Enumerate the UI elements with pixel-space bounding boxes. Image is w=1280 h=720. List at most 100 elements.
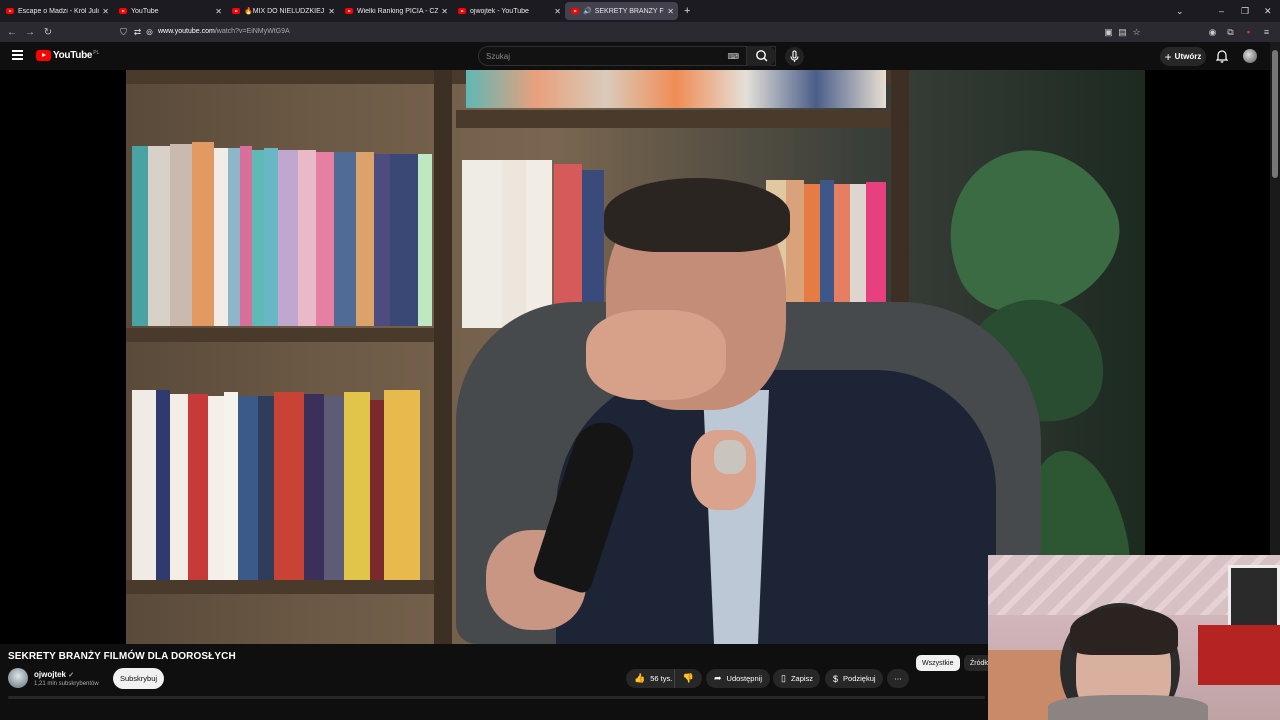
shelf-divider	[434, 70, 452, 644]
share-button[interactable]: ➦ Udostępnij	[706, 669, 770, 688]
webcam-overlay	[988, 555, 1280, 720]
book	[240, 146, 252, 326]
book	[418, 154, 432, 326]
notifications-bell-icon[interactable]	[1216, 49, 1228, 63]
book	[214, 148, 228, 326]
speaker-icon[interactable]: 🔊	[583, 7, 592, 15]
filter-chip-all[interactable]: Wszystkie	[916, 655, 960, 671]
search-input[interactable]: Szukaj ⌨	[478, 46, 776, 66]
book	[258, 396, 274, 580]
browser-tab[interactable]: YouTube ✕	[113, 2, 226, 20]
book	[356, 152, 374, 326]
book	[188, 394, 208, 580]
browser-tab[interactable]: ojwojtek - YouTube ✕	[452, 2, 565, 20]
youtube-favicon-icon	[571, 8, 579, 14]
share-icon: ➦	[714, 673, 722, 683]
browser-tab-active[interactable]: 🔊 SEKRETY BRANŻY FILMÓW ✕	[565, 2, 678, 20]
close-tab-icon[interactable]: ✕	[441, 7, 448, 16]
shield-icon[interactable]: ⛉	[118, 27, 129, 38]
dislike-button[interactable]: 👎	[674, 669, 702, 688]
site-info-icon[interactable]: ⊚	[144, 27, 155, 38]
book	[334, 152, 356, 326]
book	[228, 148, 240, 326]
streamer-shirt	[1048, 695, 1208, 720]
book	[264, 148, 278, 326]
like-button[interactable]: 👍 56 tys.	[626, 669, 674, 688]
youtube-favicon-icon	[6, 8, 14, 14]
save-icon: ▯	[781, 673, 786, 683]
browser-tab[interactable]: 🔥MIX DO NIELUDZKIEJ PRACY ✕	[226, 2, 339, 20]
book	[304, 394, 324, 580]
close-tab-icon[interactable]: ✕	[328, 7, 335, 16]
book	[278, 150, 298, 326]
youtube-favicon-icon	[345, 8, 353, 14]
bookmark-star-icon[interactable]: ☆	[1131, 27, 1142, 38]
extensions-icon[interactable]: ⧉	[1225, 27, 1236, 38]
channel-name[interactable]: ojwojtek ✓	[34, 670, 74, 679]
menu-icon[interactable]: ≡	[1261, 27, 1272, 38]
book	[820, 180, 834, 320]
list-tabs-icon[interactable]: ⌄	[1176, 0, 1184, 22]
extension-badge-icon[interactable]: ▪	[1243, 27, 1254, 38]
more-actions-button[interactable]: ⋯	[887, 669, 909, 688]
book	[462, 160, 502, 328]
search-button[interactable]	[746, 46, 776, 66]
keyboard-icon[interactable]: ⌨	[727, 52, 739, 61]
thanks-button[interactable]: $ Podziękuj	[825, 669, 883, 688]
close-tab-icon[interactable]: ✕	[667, 7, 674, 16]
forward-icon[interactable]: →	[21, 27, 39, 38]
channel-avatar[interactable]	[8, 668, 28, 688]
book	[804, 184, 820, 320]
account-icon[interactable]: ◉	[1207, 27, 1218, 38]
book	[374, 154, 390, 326]
create-button[interactable]: + Utwórz	[1160, 47, 1206, 66]
account-avatar[interactable]	[1243, 49, 1257, 63]
restore-icon[interactable]: ❐	[1241, 0, 1249, 22]
book-row	[466, 70, 886, 108]
youtube-favicon-icon	[232, 8, 240, 14]
close-tab-icon[interactable]: ✕	[102, 7, 109, 16]
book	[170, 394, 188, 580]
close-window-icon[interactable]: ✕	[1264, 0, 1272, 22]
youtube-logo[interactable]: YouTube PL	[36, 50, 99, 61]
book	[238, 396, 258, 580]
book	[252, 150, 264, 326]
close-tab-icon[interactable]: ✕	[215, 7, 222, 16]
person-hand	[586, 310, 726, 400]
search-icon	[756, 50, 768, 62]
shelf-board	[126, 580, 446, 594]
reload-icon[interactable]: ↻	[39, 27, 57, 38]
voice-search-button[interactable]	[785, 47, 804, 66]
new-tab-icon[interactable]: +	[684, 5, 690, 17]
subscribe-button[interactable]: Subskrybuj	[113, 668, 164, 689]
thanks-icon: $	[833, 673, 839, 684]
wristwatch	[714, 440, 746, 474]
shelf-board	[126, 328, 446, 342]
plus-icon: +	[1164, 49, 1172, 64]
thumbs-down-icon: 👎	[682, 673, 695, 683]
url-bar[interactable]: www.youtube.com/watch?v=EiNMyWtG9A	[158, 28, 290, 35]
save-button[interactable]: ▯ Zapisz	[773, 669, 820, 688]
furniture	[1198, 625, 1280, 685]
book	[526, 160, 552, 328]
close-tab-icon[interactable]: ✕	[554, 7, 561, 16]
streamer-hair	[1070, 607, 1178, 655]
scrollbar-thumb[interactable]	[1272, 50, 1278, 178]
permissions-icon[interactable]: ⇄	[132, 27, 143, 38]
browser-tab[interactable]: Escape o Madzi - Król Julian & J ✕	[0, 2, 113, 20]
person-hair	[604, 178, 790, 252]
book	[224, 392, 238, 580]
shelf-board	[456, 110, 906, 128]
person-suit	[556, 370, 996, 644]
minimize-icon[interactable]: –	[1219, 0, 1224, 22]
picture-in-picture-icon[interactable]: ▣	[1103, 27, 1114, 38]
book	[344, 392, 370, 580]
book	[274, 392, 304, 580]
back-icon[interactable]: ←	[3, 27, 21, 38]
book	[170, 144, 192, 326]
browser-tab[interactable]: Wielki Ranking PICIA - CZEGO ✕	[339, 2, 452, 20]
hamburger-menu-icon[interactable]	[12, 50, 23, 62]
book	[370, 400, 384, 580]
more-icon: ⋯	[894, 674, 902, 683]
reader-view-icon[interactable]: ▤	[1117, 27, 1128, 38]
